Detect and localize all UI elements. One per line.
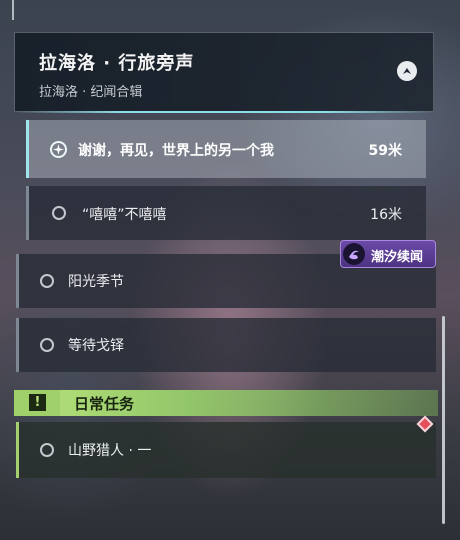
chevron-up-icon[interactable] [397,61,417,81]
daily-tasks-header[interactable]: ! 日常任务 [14,390,438,416]
quest-label: “嘻嘻”不嘻嘻 [82,207,167,223]
radio-circle-icon[interactable] [40,443,54,457]
quest-label: 谢谢，再见，世界上的另一个我 [78,143,274,159]
badge-label: 潮汐续闻 [371,250,424,265]
quest-item[interactable]: “嘻嘻”不嘻嘻 16米 [26,186,426,240]
quest-label: 山野猎人 · 一 [68,443,152,459]
daily-tasks-title: 日常任务 [74,395,135,413]
tidal-sequel-badge[interactable]: 潮汐续闻 [340,240,436,268]
quest-accent-bar [16,254,19,308]
quest-label: 等待戈铎 [68,338,124,354]
quest-distance: 16米 [370,207,402,223]
quest-accent-bar [16,422,19,478]
daily-icon-box: ! [14,390,60,416]
quest-label: 阳光季节 [68,274,124,290]
list-top-line [12,0,14,20]
quest-group-header[interactable]: 拉海洛 · 行旅旁声 拉海洛 · 纪闻合辑 [14,32,434,113]
quest-accent-bar [26,186,29,240]
daily-quest-item[interactable]: 山野猎人 · 一 [16,422,436,478]
radio-circle-icon[interactable] [40,338,54,352]
quest-item-tracked[interactable]: 谢谢，再见，世界上的另一个我 59米 [26,120,426,178]
quest-accent-bar [26,120,29,178]
quest-distance: 59米 [368,143,402,159]
quest-group-title: 拉海洛 · 行旅旁声 [39,53,195,74]
quest-item[interactable]: 等待戈铎 [16,318,436,372]
quest-group-subtitle: 拉海洛 · 纪闻合辑 [39,85,143,100]
radio-circle-icon[interactable] [52,206,66,220]
tracking-star-icon[interactable] [50,141,67,158]
quest-accent-bar [16,318,19,372]
scrollbar[interactable] [442,316,445,524]
exclamation-icon: ! [29,394,46,411]
radio-circle-icon[interactable] [40,274,54,288]
tidal-emblem-icon [343,243,365,265]
